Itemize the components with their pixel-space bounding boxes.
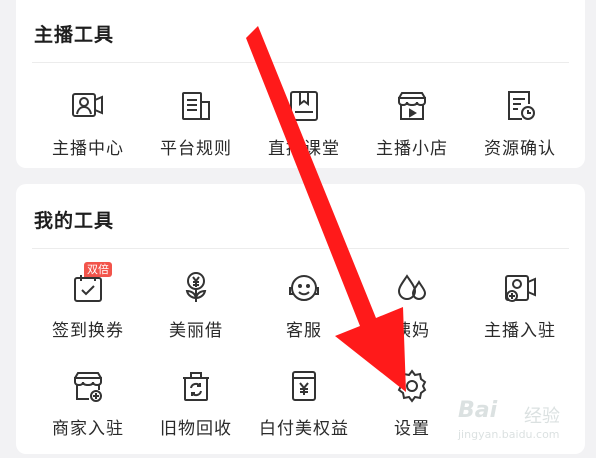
tool-label: 主播小店 (376, 139, 448, 159)
yen-flower-icon (176, 268, 216, 308)
tool-label: 商家入驻 (52, 419, 124, 439)
anchor-center-icon (68, 86, 108, 126)
tool-platform-rules[interactable]: 平台规则 (140, 86, 252, 170)
recycle-icon (176, 366, 216, 406)
merchant-join-icon (68, 366, 108, 406)
tool-label: 客服 (286, 321, 322, 341)
tool-period[interactable]: 姨妈 (356, 268, 468, 352)
customer-service-icon (284, 268, 324, 308)
tool-merchant-join[interactable]: 商家入驻 (32, 366, 144, 450)
anchor-shop-icon (392, 86, 432, 126)
drops-icon (392, 268, 432, 308)
tool-anchor-join[interactable]: 主播入驻 (464, 268, 576, 352)
anchor-join-icon (500, 268, 540, 308)
my-tools-title: 我的工具 (34, 210, 115, 232)
tool-meili-jie[interactable]: 美丽借 (140, 268, 252, 352)
live-classroom-icon (284, 86, 324, 126)
tool-label: 主播入驻 (484, 321, 556, 341)
double-badge: 双倍 (84, 262, 112, 277)
tool-label: 签到换券 (52, 321, 124, 341)
tool-baifumei[interactable]: 白付美权益 (248, 366, 360, 450)
tool-customer-service[interactable]: 客服 (248, 268, 360, 352)
divider (32, 62, 569, 63)
tool-label: 资源确认 (484, 139, 556, 159)
tool-live-classroom[interactable]: 直播课堂 (248, 86, 360, 170)
tool-label: 设置 (394, 419, 430, 439)
checkin-calendar-icon: 双倍 (68, 262, 112, 308)
tool-label: 白付美权益 (259, 419, 349, 439)
tool-label: 平台规则 (160, 139, 232, 159)
settings-gear-icon (392, 366, 432, 406)
anchor-tools-card: 主播工具 主播中心 平台规则 直播课堂 主播小店 资源确认 (16, 0, 585, 168)
tool-label: 直播课堂 (268, 139, 340, 159)
divider (32, 248, 569, 249)
tool-label: 主播中心 (52, 139, 124, 159)
tool-anchor-center[interactable]: 主播中心 (32, 86, 144, 170)
tool-label: 姨妈 (394, 321, 430, 341)
tool-checkin[interactable]: 双倍 签到换券 (32, 262, 144, 352)
tool-anchor-shop[interactable]: 主播小店 (356, 86, 468, 170)
tool-resource-confirm[interactable]: 资源确认 (464, 86, 576, 170)
tool-label: 美丽借 (169, 321, 223, 341)
tool-label: 旧物回收 (160, 419, 232, 439)
tool-settings[interactable]: 设置 (356, 366, 468, 450)
tool-recycle[interactable]: 旧物回收 (140, 366, 252, 450)
platform-rules-icon (176, 86, 216, 126)
baidu-watermark: Bai 经验 jingyan.baidu.com (458, 398, 596, 458)
watermark-brand: Bai (458, 398, 498, 423)
watermark-jingyan: 经验 (524, 406, 560, 427)
anchor-tools-title: 主播工具 (34, 24, 115, 46)
watermark-url: jingyan.baidu.com (458, 428, 560, 441)
yen-card-icon (284, 366, 324, 406)
resource-confirm-icon (500, 86, 540, 126)
